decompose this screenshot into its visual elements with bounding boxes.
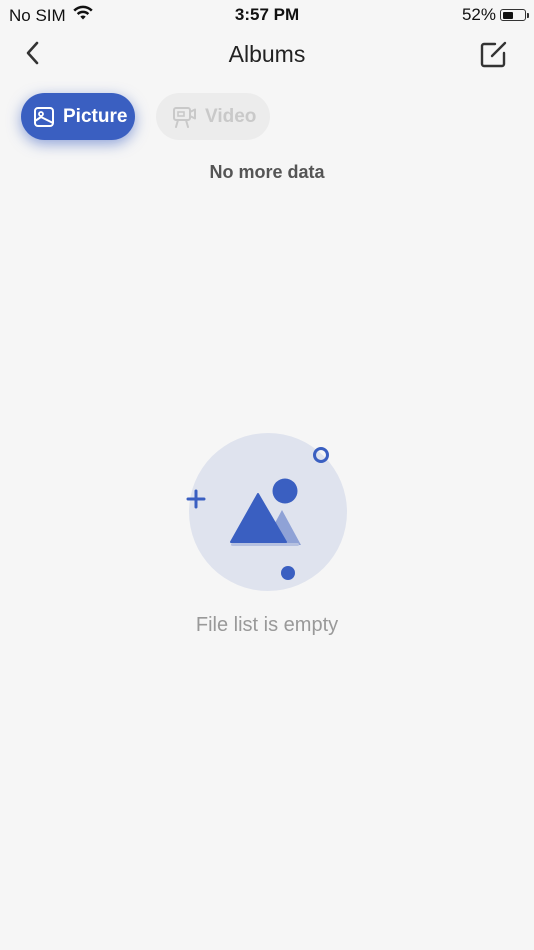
battery-percent: 52% [461, 5, 496, 24]
status-right: 52% [461, 5, 529, 25]
tab-picture[interactable]: Picture [21, 93, 135, 140]
battery-fill [502, 11, 513, 19]
tab-label: Picture [63, 105, 128, 127]
video-icon [173, 106, 197, 128]
battery-icon [500, 9, 529, 21]
edit-icon [479, 39, 509, 74]
edit-button[interactable] [476, 38, 512, 74]
tab-label: Video [205, 105, 257, 127]
nav-bar: Albums [0, 28, 534, 82]
status-bar: No SIM 3:57 PM 52% [0, 0, 534, 28]
media-tabs: Picture Video [21, 93, 270, 140]
tab-video[interactable]: Video [156, 93, 270, 140]
empty-image-illustration [180, 430, 360, 600]
picture-icon [33, 106, 55, 128]
empty-state-message: File list is empty [195, 614, 339, 636]
no-more-data-label: No more data [209, 162, 325, 182]
page-title: Albums [228, 41, 306, 67]
status-time: 3:57 PM [234, 5, 300, 24]
